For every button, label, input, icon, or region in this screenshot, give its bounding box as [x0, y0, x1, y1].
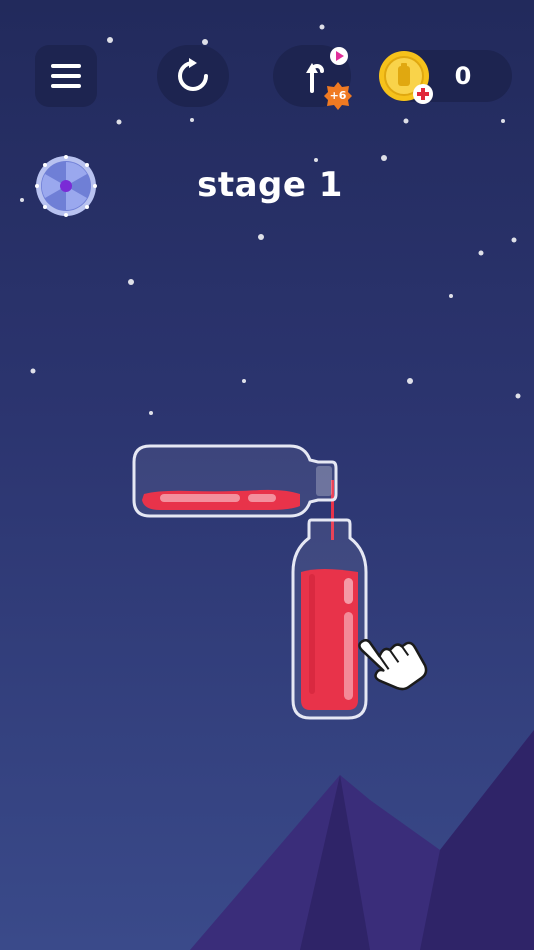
source-bottle[interactable] — [132, 444, 338, 518]
bottle-scene — [132, 444, 428, 720]
target-bottle[interactable] — [291, 518, 368, 720]
